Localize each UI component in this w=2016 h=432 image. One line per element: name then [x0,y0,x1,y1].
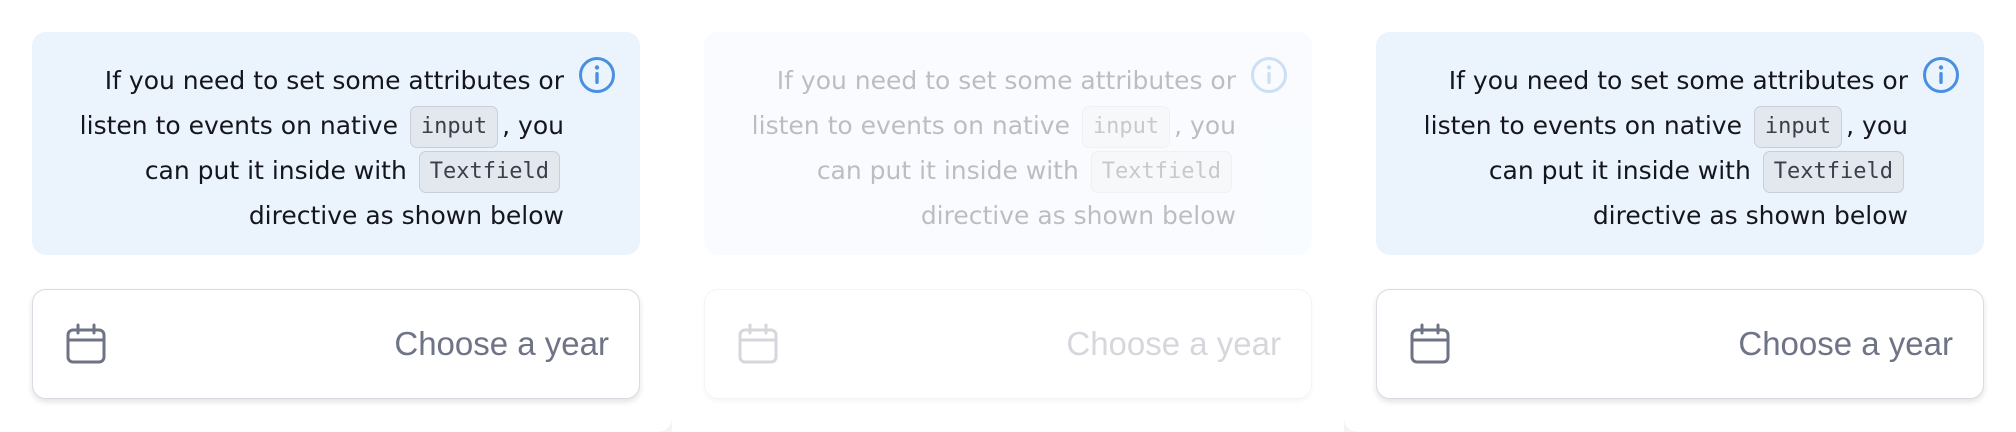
calendar-icon [1409,323,1451,365]
panel-content: If you need to set some attributes or li… [704,32,1312,399]
year-picker-field[interactable]: Choose a year [32,289,640,399]
code-textfield: Textfield [1090,151,1232,193]
calendar-icon [65,323,107,365]
demo-panel-2: If you need to set some attributes or li… [672,0,1344,432]
year-picker-field[interactable]: Choose a year [704,289,1312,399]
info-line-2: listen to events on native input, you [734,103,1236,148]
code-input: input [1081,106,1171,148]
stage: If you need to set some attributes or li… [0,0,2016,432]
info-line-1: If you need to set some attributes or [1448,66,1908,95]
demo-panel-3: If you need to set some attributes or li… [1344,0,2016,432]
panel-content: If you need to set some attributes or li… [32,32,640,399]
info-line-3: can put it inside with Textfield [734,148,1236,193]
info-line-2: listen to events on native input, you [62,103,564,148]
demo-panel-1: If you need to set some attributes or li… [0,0,672,432]
code-textfield: Textfield [418,151,560,193]
info-circle-icon [578,56,616,94]
info-line-1: If you need to set some attributes or [104,66,564,95]
info-line-4: directive as shown below [248,201,564,230]
calendar-icon [737,323,779,365]
year-placeholder: Choose a year [1066,325,1281,362]
info-circle-icon [1922,56,1960,94]
info-notice: If you need to set some attributes or li… [1376,32,1984,255]
year-picker-field[interactable]: Choose a year [1376,289,1984,399]
info-line-3: can put it inside with Textfield [62,148,564,193]
code-input: input [1753,106,1843,148]
info-line-4: directive as shown below [920,201,1236,230]
info-circle-icon [1250,56,1288,94]
panel-content: If you need to set some attributes or li… [1376,32,1984,399]
info-notice: If you need to set some attributes or li… [32,32,640,255]
info-line-3: can put it inside with Textfield [1406,148,1908,193]
info-line-1: If you need to set some attributes or [776,66,1236,95]
code-textfield: Textfield [1762,151,1904,193]
year-placeholder: Choose a year [1738,325,1953,362]
info-line-4: directive as shown below [1592,201,1908,230]
info-notice: If you need to set some attributes or li… [704,32,1312,255]
year-placeholder: Choose a year [394,325,609,362]
code-input: input [409,106,499,148]
info-line-2: listen to events on native input, you [1406,103,1908,148]
